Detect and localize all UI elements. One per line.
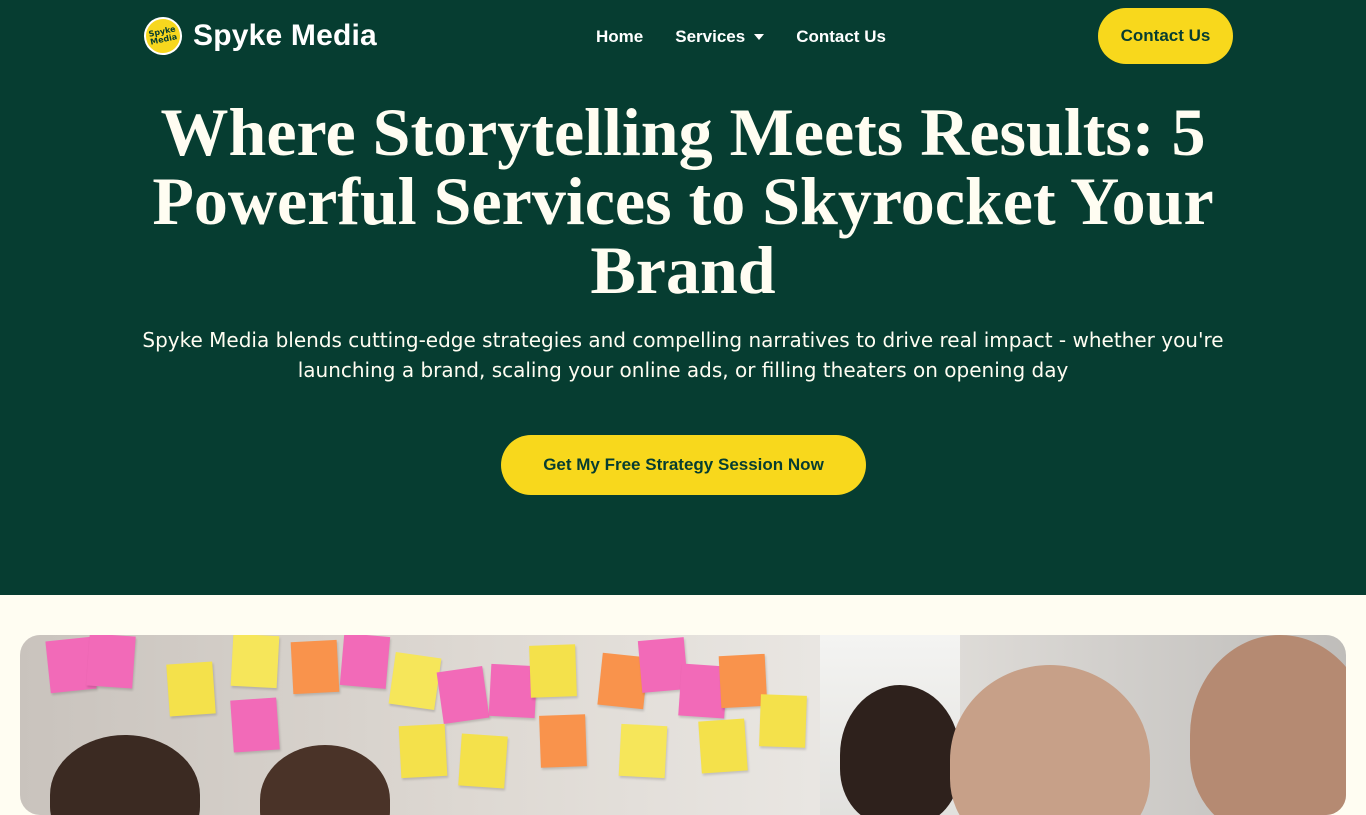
person-head (840, 685, 960, 815)
team-brainstorm-photo (20, 635, 1346, 815)
person-head (950, 665, 1150, 815)
person-head (260, 745, 390, 815)
sticky-note (618, 723, 668, 779)
hero-subtext: Spyke Media blends cutting-edge strategi… (142, 328, 1224, 382)
brand-name: Spyke Media (193, 19, 377, 52)
sticky-note (529, 644, 577, 698)
brand-logo-link[interactable]: Spyke Media Spyke Media (140, 13, 377, 59)
sticky-note (458, 733, 508, 789)
sticky-note (398, 723, 448, 779)
sticky-note (539, 714, 587, 768)
person-head (50, 735, 200, 815)
logo-badge-text: Spyke Media (147, 24, 178, 47)
free-strategy-session-button[interactable]: Get My Free Strategy Session Now (501, 435, 866, 495)
nav-item-services-label: Services (675, 27, 746, 46)
sticky-note (230, 697, 280, 753)
hero-headline: Where Storytelling Meets Results: 5 Powe… (152, 94, 1214, 308)
person-head (1190, 635, 1346, 815)
nav-item-home[interactable]: Home (596, 26, 643, 48)
sticky-note (166, 661, 216, 717)
sticky-note (388, 652, 442, 710)
caret-down-icon (754, 34, 765, 40)
sticky-note (698, 718, 748, 774)
sticky-note (436, 666, 490, 724)
sticky-note (230, 635, 280, 689)
sticky-note (339, 635, 391, 689)
main-navigation: Home Services Contact Us (596, 26, 886, 48)
nav-item-services[interactable]: Services (675, 26, 765, 48)
logo-badge-icon: Spyke Media (140, 13, 186, 59)
sticky-note (86, 635, 136, 689)
sticky-note (759, 694, 807, 748)
sticky-note (290, 639, 340, 695)
contact-us-button[interactable]: Contact Us (1098, 8, 1233, 64)
hero-section: Spyke Media Spyke Media Home Services Co… (0, 0, 1366, 595)
nav-item-contact[interactable]: Contact Us (796, 26, 886, 48)
